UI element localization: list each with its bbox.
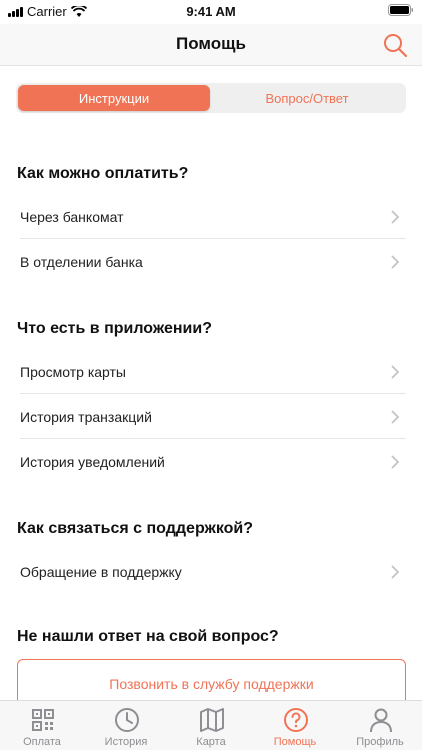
segment-instructions[interactable]: Инструкции (18, 85, 210, 111)
navigation-bar: Помощь (0, 24, 422, 66)
tab-history[interactable]: История (84, 701, 168, 750)
segmented-control: Инструкции Вопрос/Ответ (16, 83, 406, 113)
list-item-label: История уведомлений (20, 454, 165, 470)
person-icon (370, 708, 392, 733)
list-item[interactable]: История уведомлений (20, 440, 406, 484)
section-title-app: Что есть в приложении? (17, 320, 212, 337)
list-item[interactable]: Просмотр карты (20, 350, 406, 394)
list-item-label: Через банкомат (20, 208, 124, 225)
section-title-support: Как связаться с поддержкой? (17, 520, 254, 537)
chevron-right-icon (391, 455, 400, 469)
status-bar: Carrier 9:41 AM (0, 0, 422, 24)
chevron-right-icon (391, 255, 400, 269)
list-item-label: История транзакций (20, 408, 152, 425)
list-item[interactable]: Обращение в поддержку (20, 550, 406, 594)
search-icon[interactable] (382, 32, 408, 58)
tab-payment[interactable]: Оплата (0, 701, 84, 750)
segment-faq[interactable]: Вопрос/Ответ (210, 85, 404, 111)
chevron-right-icon (391, 410, 400, 424)
page-title: Помощь (176, 34, 246, 53)
section-title-not-found: Не нашли ответ на свой вопрос? (17, 628, 279, 645)
list-item[interactable]: Через банкомат (20, 195, 406, 239)
chevron-right-icon (391, 565, 400, 579)
tab-bar: Оплата История Карта Помощь Профиль (0, 700, 422, 750)
clock-icon (115, 708, 139, 732)
tab-label: История (104, 736, 148, 748)
question-icon (284, 708, 308, 732)
section-title-payment: Как можно оплатить? (17, 165, 189, 182)
list-item-label: В отделении банка (20, 254, 143, 270)
list-item-label: Обращение в поддержку (20, 564, 182, 580)
tab-label: Помощь (273, 736, 317, 748)
list-item-label: Просмотр карты (20, 363, 126, 380)
tab-label: Карта (196, 736, 226, 748)
list-item[interactable]: В отделении банка (20, 240, 406, 284)
qr-code-icon (32, 709, 54, 731)
status-time: 9:41 AM (186, 4, 236, 19)
chevron-right-icon (391, 365, 400, 379)
map-icon (200, 708, 224, 732)
list-item[interactable]: История транзакций (20, 395, 406, 439)
tab-map[interactable]: Карта (169, 701, 253, 750)
tab-help[interactable]: Помощь (253, 701, 337, 750)
tab-label: Профиль (356, 736, 404, 748)
battery-icon (388, 4, 414, 19)
tab-profile[interactable]: Профиль (338, 701, 422, 750)
tab-label: Оплата (23, 736, 61, 748)
chevron-right-icon (391, 210, 400, 224)
